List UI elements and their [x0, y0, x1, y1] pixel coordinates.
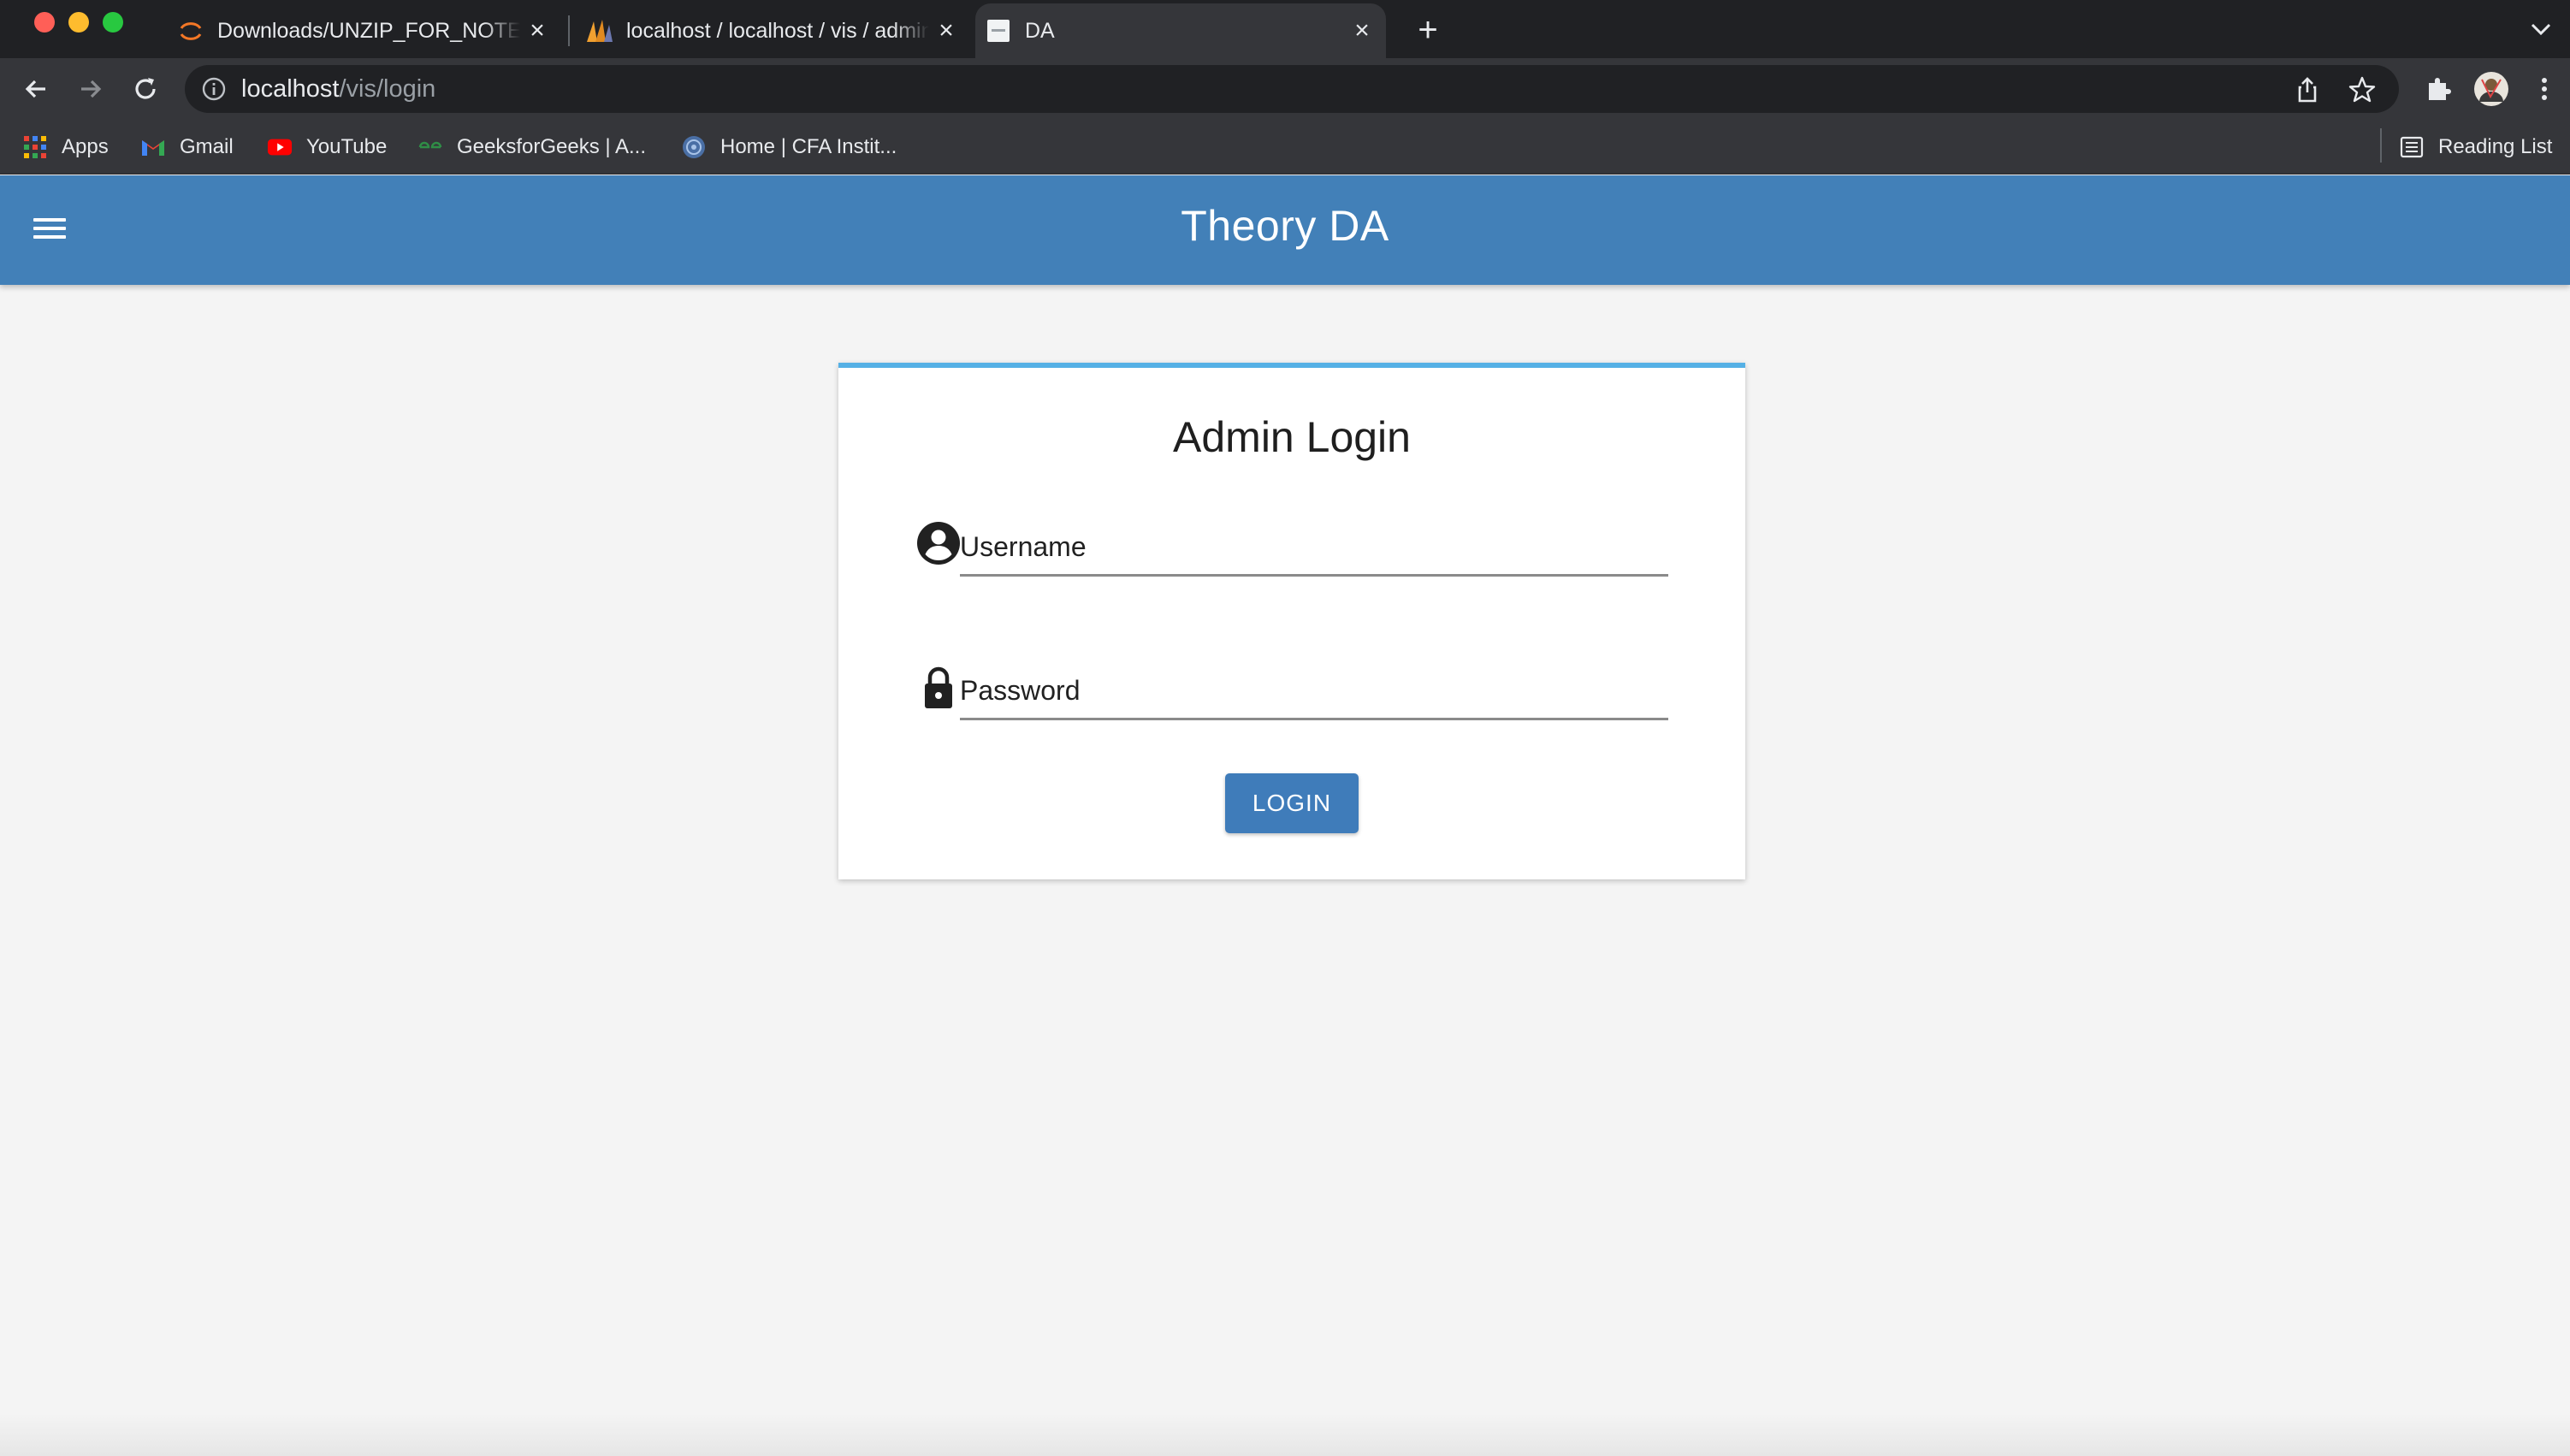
cfa-icon [681, 134, 707, 160]
bookmarks-bar: Apps Gmail YouTube GeeksforGeeks | A... … [0, 120, 2570, 175]
bookmark-geeksforgeeks[interactable]: GeeksforGeeks | A... [417, 132, 646, 163]
apps-grid-icon [22, 134, 48, 160]
browser-menu-button[interactable] [2526, 70, 2563, 108]
login-card: Admin Login LOGIN [838, 363, 1745, 879]
tab-close-icon[interactable]: × [929, 16, 963, 45]
avatar-icon [2474, 72, 2508, 106]
browser-toolbar: localhost/vis/login [0, 58, 2570, 120]
bookmark-gmail[interactable]: Gmail [140, 132, 234, 163]
tab-title: localhost / localhost / vis / admin [626, 18, 929, 43]
tab-search-icon[interactable] [2524, 12, 2558, 46]
forward-arrow-icon [81, 80, 102, 98]
bookmark-apps[interactable]: Apps [22, 132, 109, 163]
lock-icon [925, 666, 952, 708]
tab-close-icon[interactable]: × [520, 16, 554, 45]
page-bottom-shadow [0, 1413, 2570, 1456]
back-button[interactable] [17, 70, 55, 108]
tab-close-icon[interactable]: × [1345, 16, 1379, 45]
kebab-menu-icon [2542, 78, 2547, 100]
login-button[interactable]: LOGIN [1225, 773, 1359, 833]
username-input[interactable] [960, 515, 1668, 577]
bookmark-label: GeeksforGeeks | A... [457, 135, 646, 158]
app-title: Theory DA [1181, 202, 1389, 250]
puzzle-icon [2429, 78, 2451, 100]
browser-tab-phpmyadmin[interactable]: localhost / localhost / vis / admin × [577, 3, 970, 58]
gmail-icon [140, 134, 166, 160]
new-tab-button[interactable]: + [1406, 9, 1449, 51]
browser-tab-strip: Downloads/UNZIP_FOR_NOTEBOOKS × localhos… [0, 0, 2570, 58]
extensions-button[interactable] [2419, 70, 2457, 108]
reading-list-label: Reading List [2438, 135, 2553, 158]
jupyter-icon [176, 16, 205, 45]
account-circle-icon [917, 522, 960, 565]
tab-title: DA [1025, 18, 1055, 43]
browser-tab-downloads[interactable]: Downloads/UNZIP_FOR_NOTEBOOKS × [168, 3, 561, 58]
reading-list-button[interactable]: Reading List [2399, 132, 2552, 163]
bookmark-label: Gmail [180, 135, 234, 158]
site-info-icon[interactable] [200, 75, 228, 103]
bookmark-youtube[interactable]: YouTube [267, 132, 387, 163]
bookmark-label: Home | CFA Instit... [720, 135, 897, 158]
browser-tab-active[interactable]: DA × [975, 3, 1386, 58]
password-input[interactable] [960, 659, 1668, 720]
reading-list-icon [2399, 134, 2425, 160]
login-heading: Admin Login [1173, 413, 1411, 461]
app-header: Theory DA [0, 175, 2570, 285]
profile-avatar[interactable] [2472, 70, 2510, 108]
window-minimize-button[interactable] [68, 12, 89, 33]
address-bar[interactable]: localhost/vis/login [185, 65, 2399, 113]
reload-icon [135, 78, 156, 99]
forward-button[interactable] [72, 70, 110, 108]
window-close-button[interactable] [34, 12, 55, 33]
bookmark-label: Apps [62, 135, 109, 158]
reload-button[interactable] [127, 70, 164, 108]
phpmyadmin-icon [585, 16, 614, 45]
bookmark-label: YouTube [306, 135, 388, 158]
geeksforgeeks-icon [417, 134, 443, 160]
page-icon [984, 16, 1013, 45]
password-field [915, 659, 1668, 727]
tab-separator [568, 15, 570, 46]
username-field [915, 515, 1668, 583]
share-icon[interactable] [2293, 75, 2322, 104]
bookmarks-divider [2380, 128, 2382, 163]
back-arrow-icon [25, 80, 45, 98]
youtube-icon [267, 134, 293, 160]
tab-title: Downloads/UNZIP_FOR_NOTEBOOKS [217, 18, 520, 43]
address-url[interactable]: localhost/vis/login [241, 75, 435, 104]
bookmark-cfa[interactable]: Home | CFA Instit... [681, 132, 897, 163]
bookmark-star-icon[interactable] [2348, 75, 2377, 104]
window-maximize-button[interactable] [103, 12, 123, 33]
